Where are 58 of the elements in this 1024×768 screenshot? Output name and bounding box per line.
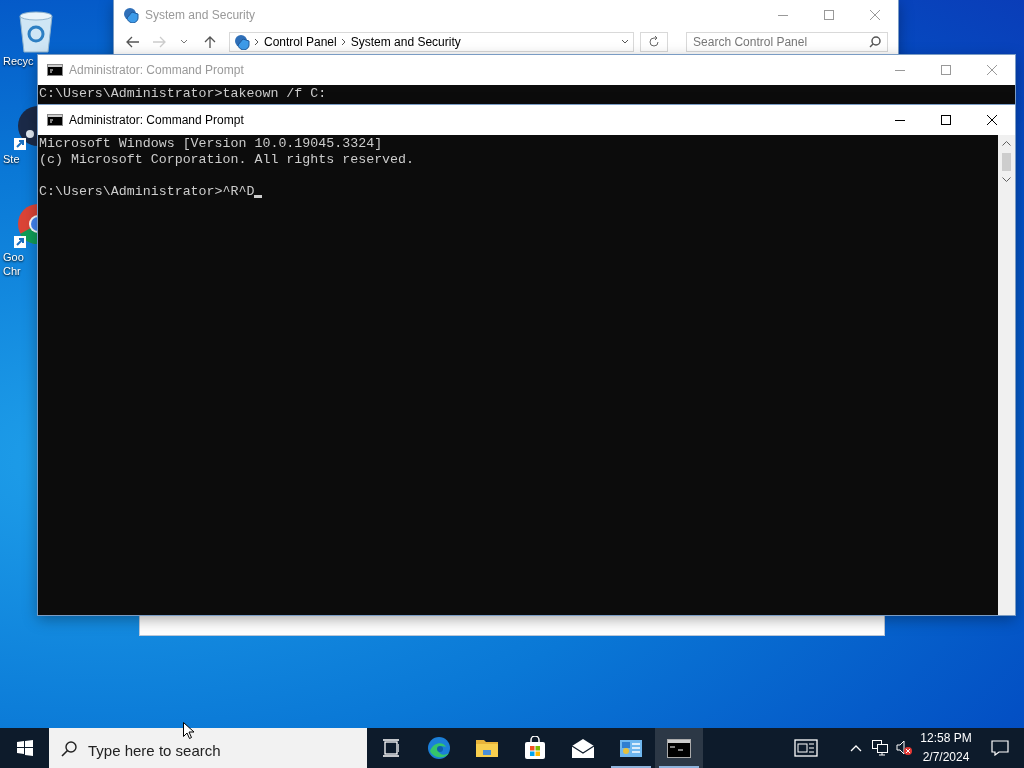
task-view-icon (383, 739, 399, 757)
control-panel-icon (123, 7, 139, 23)
console-text: C:\Users\Administrator>^R^D (39, 184, 255, 200)
icon-label: Ste (3, 152, 20, 166)
search-icon (61, 741, 77, 757)
console-button[interactable] (655, 728, 703, 768)
address-bar[interactable]: Control Panel System and Security (229, 32, 635, 52)
close-icon (870, 10, 880, 20)
windows-logo-icon (16, 740, 33, 756)
window-title: System and Security (145, 8, 257, 22)
up-arrow-icon (204, 35, 217, 49)
search-field[interactable]: Type here to search (49, 728, 367, 768)
maximize-icon (824, 10, 834, 20)
breadcrumb[interactable]: System and Security (350, 35, 461, 49)
close-icon (987, 115, 997, 125)
breadcrumb[interactable]: Control Panel (264, 35, 337, 49)
console-text: (c) Microsoft Corporation. All rights reserved. (39, 152, 416, 168)
envelope-icon (571, 737, 595, 759)
caret-icon (180, 39, 189, 45)
speaker-muted-icon (896, 740, 912, 756)
up-caret-icon (1002, 141, 1011, 146)
cursor-icon (183, 722, 195, 739)
chevron-icon (254, 38, 260, 46)
icon-label: Chr (3, 264, 21, 278)
browser-icon (427, 736, 451, 760)
maximize-icon (941, 115, 951, 125)
newspaper-icon (794, 739, 818, 757)
icon-label: Goo (3, 250, 24, 264)
maximize-icon (941, 65, 951, 75)
close-icon (987, 65, 997, 75)
speech-bubble-icon (991, 740, 1009, 756)
clock-date: 2/7/2024 (922, 749, 970, 766)
clock-button[interactable]: 12:58 PM 2/7/2024 (916, 728, 976, 768)
dropdown-icon (621, 39, 630, 45)
clock-time: 12:58 PM (920, 730, 972, 747)
scrollbar[interactable] (998, 135, 1015, 615)
console-icon (47, 112, 63, 128)
refresh-icon (648, 36, 661, 48)
search-icon (869, 36, 882, 48)
console-text: C:\Users\Administrator>takeown /f C: (39, 86, 327, 102)
refresh-button[interactable] (640, 32, 669, 52)
console-text: Microsoft Windows [Version 10.0.19045.3324] (39, 136, 384, 152)
chevron-icon (340, 38, 347, 46)
scroll-thumb[interactable] (1002, 153, 1011, 171)
console-icon (667, 737, 691, 759)
icon-label: Recyc (3, 54, 34, 68)
shopping-bag-icon (523, 736, 547, 760)
window-title: Administrator: Command Prompt (69, 113, 245, 127)
network-icon (872, 740, 888, 756)
forward-arrow-icon (151, 36, 166, 48)
back-arrow-icon (125, 36, 140, 48)
search-field[interactable]: Search Control Panel (686, 32, 889, 52)
down-caret-icon (1002, 177, 1011, 182)
window-title: Administrator: Command Prompt (69, 63, 245, 77)
control-panel-icon (234, 34, 250, 50)
chevron-up-icon (850, 744, 862, 752)
console-icon (47, 62, 63, 78)
control-panel-icon (619, 737, 643, 759)
